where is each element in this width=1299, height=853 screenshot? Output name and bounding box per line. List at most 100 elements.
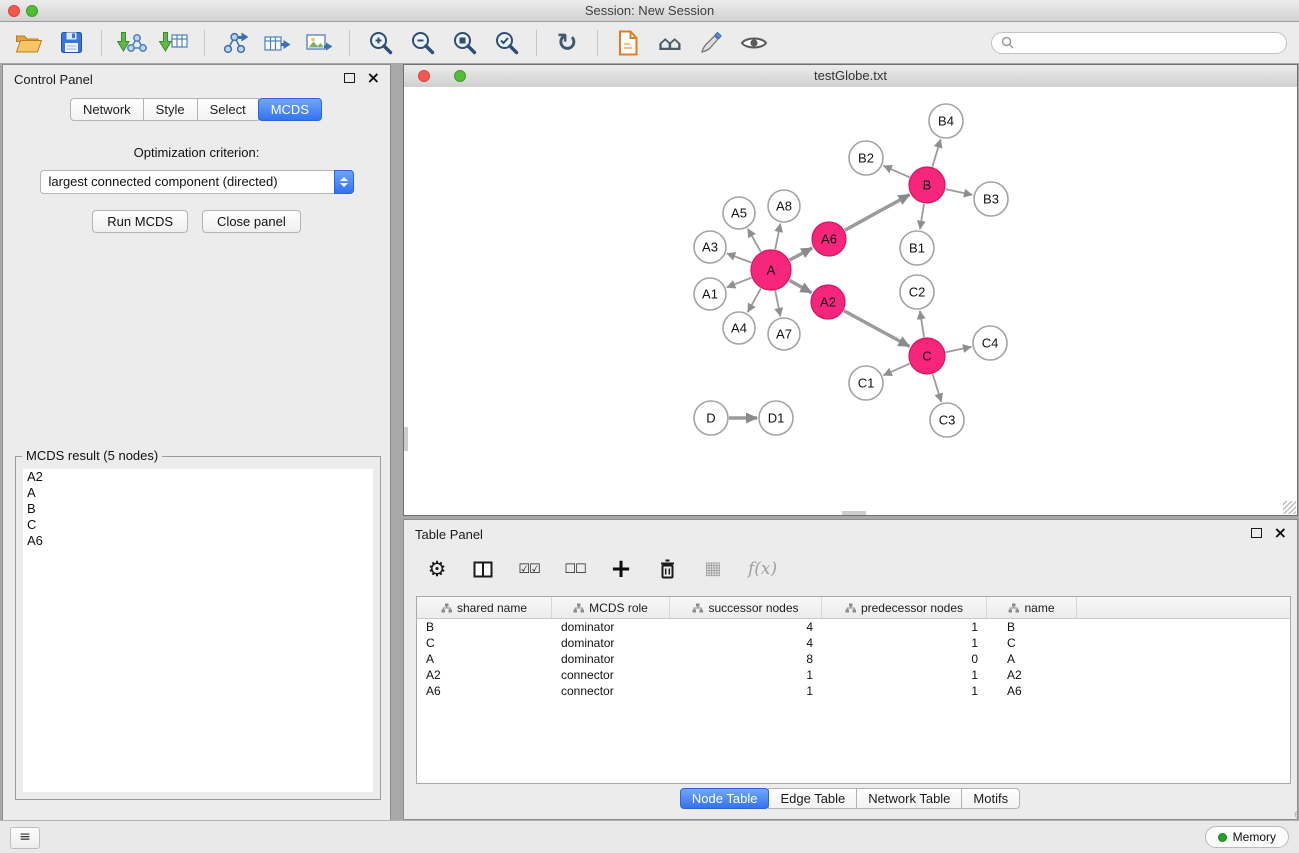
zoom-in-button[interactable] (362, 26, 398, 60)
mcds-result-item[interactable]: A (23, 485, 373, 501)
node-C[interactable]: C (909, 338, 945, 374)
table-row[interactable]: A6connector11A6 (417, 683, 1290, 699)
column-header-name[interactable]: name (987, 597, 1077, 618)
task-history-button[interactable]: ≡ (10, 827, 40, 849)
network-canvas[interactable]: B4B2BB3A5A8A6A3B1AC2A1A2A4A7C4CC1DD1C3 (404, 87, 1297, 515)
node-C1[interactable]: C1 (849, 366, 883, 400)
mcds-result-item[interactable]: C (23, 517, 373, 533)
import-network-button[interactable] (114, 26, 150, 60)
column-header-shared-name[interactable]: shared name (417, 597, 552, 618)
network-graph[interactable]: B4B2BB3A5A8A6A3B1AC2A1A2A4A7C4CC1DD1C3 (404, 87, 1297, 515)
minimize-view-button[interactable] (436, 70, 448, 82)
run-mcds-button[interactable]: Run MCDS (92, 210, 188, 233)
edge-B-B3[interactable] (946, 189, 973, 195)
node-C3[interactable]: C3 (930, 403, 964, 437)
close-window-button[interactable] (8, 5, 20, 17)
edge-A2-C[interactable] (844, 311, 910, 347)
mcds-result-item[interactable]: A2 (23, 469, 373, 485)
export-table-button[interactable] (259, 26, 295, 60)
column-header-predecessor-nodes[interactable]: predecessor nodes (822, 597, 987, 618)
node-C4[interactable]: C4 (973, 326, 1007, 360)
close-view-button[interactable] (418, 70, 430, 82)
column-header-MCDS-role[interactable]: MCDS role (552, 597, 670, 618)
node-A1[interactable]: A1 (694, 278, 726, 310)
edge-C-C1[interactable] (883, 364, 909, 376)
home-button[interactable]: ⌂⌂ (652, 26, 688, 60)
node-A6[interactable]: A6 (812, 222, 846, 256)
open-session-button[interactable] (11, 26, 47, 60)
edge-A-A3[interactable] (727, 253, 752, 262)
tab-node-table[interactable]: Node Table (680, 788, 770, 809)
table-row[interactable]: A2connector11A2 (417, 667, 1290, 683)
vertical-scrollbar-thumb[interactable] (404, 427, 408, 451)
export-image-button[interactable] (301, 26, 337, 60)
zoom-view-button[interactable] (454, 70, 466, 82)
zoom-window-button[interactable] (26, 5, 38, 17)
edge-C-C4[interactable] (946, 347, 972, 352)
delete-column-button[interactable] (656, 559, 678, 579)
node-D[interactable]: D (694, 401, 728, 435)
tab-edge-table[interactable]: Edge Table (768, 788, 857, 809)
node-A[interactable]: A (751, 250, 791, 290)
refresh-button[interactable]: ↻ (549, 26, 585, 60)
node-A7[interactable]: A7 (768, 318, 800, 350)
edge-A-A2[interactable] (789, 280, 811, 292)
delete-table-button[interactable]: ▦ ⊖ (702, 560, 724, 578)
column-header-successor-nodes[interactable]: successor nodes (670, 597, 822, 618)
edge-A-A7[interactable] (775, 291, 780, 317)
edge-A-A8[interactable] (775, 224, 780, 250)
deselect-all-button[interactable]: ☐☐ (564, 562, 586, 577)
function-builder-button[interactable]: f(x) (748, 559, 777, 579)
add-column-button[interactable]: + (610, 556, 632, 582)
import-table-button[interactable] (156, 26, 192, 60)
annotation-button[interactable] (694, 26, 730, 60)
edge-A-A4[interactable] (748, 288, 761, 312)
table-row[interactable]: Adominator80A (417, 651, 1290, 667)
column-selector-button[interactable] (472, 561, 494, 578)
node-C2[interactable]: C2 (900, 275, 934, 309)
tab-network[interactable]: Network (70, 98, 144, 121)
tab-motifs[interactable]: Motifs (961, 788, 1020, 809)
node-B1[interactable]: B1 (900, 231, 934, 265)
zoom-out-button[interactable] (404, 26, 440, 60)
float-panel-icon[interactable] (344, 73, 355, 83)
close-panel-button[interactable]: Close panel (202, 210, 301, 233)
show-hide-button[interactable] (736, 26, 772, 60)
export-network-button[interactable] (217, 26, 253, 60)
memory-button[interactable]: Memory (1205, 826, 1289, 848)
zoom-selected-button[interactable] (488, 26, 524, 60)
resize-handle[interactable] (1283, 501, 1296, 514)
node-A8[interactable]: A8 (768, 190, 800, 222)
node-B3[interactable]: B3 (974, 182, 1008, 216)
node-B2[interactable]: B2 (849, 141, 883, 175)
window-titlebar[interactable]: Session: New Session (0, 0, 1299, 22)
edge-B-B1[interactable] (920, 204, 924, 229)
node-A2[interactable]: A2 (811, 285, 845, 319)
select-all-button[interactable]: ☑☑ (518, 562, 540, 577)
mcds-result-list[interactable]: A2ABCA6 (23, 469, 373, 792)
close-panel-icon[interactable]: × (367, 73, 380, 83)
edge-B-B2[interactable] (883, 166, 909, 178)
table-settings-button[interactable]: ⚙ (426, 559, 448, 580)
node-B4[interactable]: B4 (929, 104, 963, 138)
mcds-result-item[interactable]: B (23, 501, 373, 517)
tab-network-table[interactable]: Network Table (856, 788, 962, 809)
tab-style[interactable]: Style (143, 98, 198, 121)
search-input[interactable] (1019, 35, 1277, 51)
tab-mcds[interactable]: MCDS (258, 98, 322, 121)
open-document-button[interactable] (610, 26, 646, 60)
network-window-titlebar[interactable]: testGlobe.txt (404, 65, 1297, 88)
float-panel-icon[interactable] (1251, 528, 1262, 538)
edge-B-B4[interactable] (932, 139, 940, 167)
dropdown-stepper[interactable] (334, 170, 354, 194)
table-row[interactable]: Cdominator41C (417, 635, 1290, 651)
search-box[interactable] (991, 32, 1287, 54)
horizontal-scrollbar-thumb[interactable] (842, 511, 866, 515)
edge-A6-B[interactable] (845, 195, 910, 231)
node-D1[interactable]: D1 (759, 401, 793, 435)
zoom-fit-button[interactable] (446, 26, 482, 60)
criterion-dropdown[interactable]: largest connected component (directed) (40, 170, 354, 194)
tab-select[interactable]: Select (197, 98, 259, 121)
node-A4[interactable]: A4 (723, 312, 755, 344)
edge-C-C2[interactable] (920, 311, 924, 337)
